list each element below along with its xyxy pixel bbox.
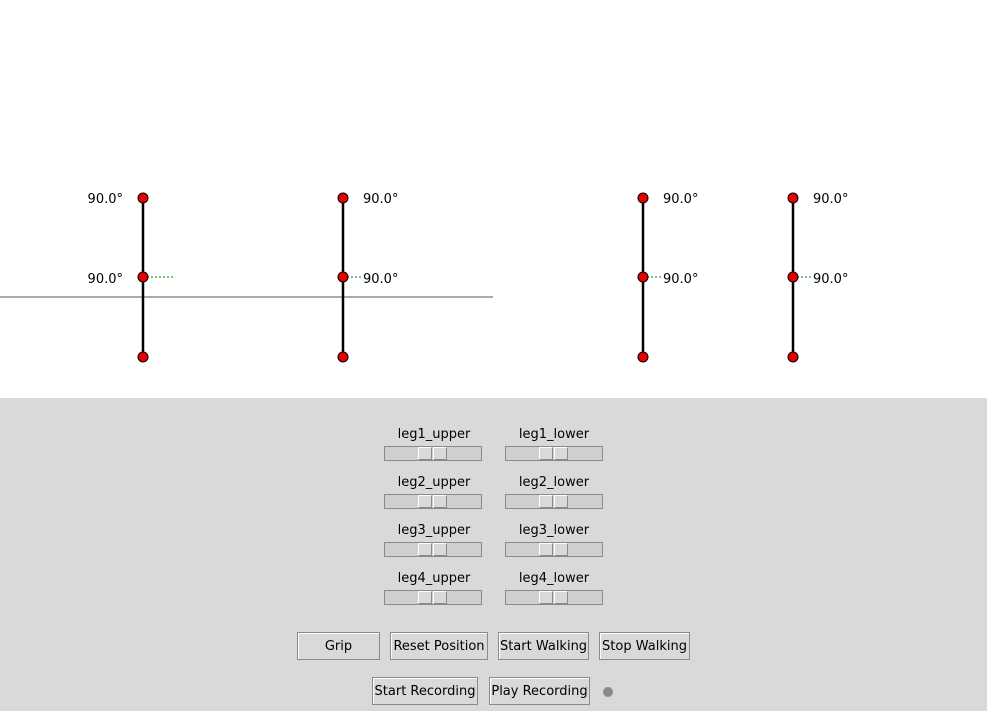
slider-thumb[interactable]: [418, 447, 448, 460]
stop-walking-button[interactable]: Stop Walking: [599, 632, 690, 660]
leg-3-foot-joint[interactable]: [637, 351, 649, 363]
slider-label-leg2-lower: leg2_lower: [518, 475, 590, 490]
leg-3-knee-joint[interactable]: [637, 271, 649, 283]
leg-2: 90.0° 90.0°: [337, 192, 398, 363]
slider-leg2-lower[interactable]: [505, 494, 603, 509]
leg-2-lower-angle: 90.0°: [363, 272, 398, 287]
leg-2-knee-joint[interactable]: [337, 271, 349, 283]
slider-label-leg2-upper: leg2_upper: [397, 475, 471, 490]
play-recording-button[interactable]: Play Recording: [489, 677, 590, 705]
leg-4-foot-joint[interactable]: [787, 351, 799, 363]
leg-3: 90.0° 90.0°: [637, 192, 698, 363]
slider-thumb[interactable]: [418, 591, 448, 604]
slider-leg3-lower[interactable]: [505, 542, 603, 557]
slider-thumb[interactable]: [539, 591, 569, 604]
leg-4-knee-joint[interactable]: [787, 271, 799, 283]
slider-leg4-lower[interactable]: [505, 590, 603, 605]
slider-label-leg4-lower: leg4_lower: [518, 571, 590, 586]
leg-2-foot-joint[interactable]: [337, 351, 349, 363]
leg-1-knee-joint[interactable]: [137, 271, 149, 283]
leg-4-upper-angle: 90.0°: [813, 192, 848, 207]
leg-3-hip-joint[interactable]: [637, 192, 649, 204]
slider-label-leg1-upper: leg1_upper: [397, 427, 471, 442]
recording-indicator: [603, 687, 613, 697]
slider-thumb[interactable]: [539, 447, 569, 460]
leg-1-lower-angle: 90.0°: [88, 272, 123, 287]
slider-leg3-upper[interactable]: [384, 542, 482, 557]
leg-1-hip-joint[interactable]: [137, 192, 149, 204]
slider-leg4-upper[interactable]: [384, 590, 482, 605]
leg-2-upper-angle: 90.0°: [363, 192, 398, 207]
slider-leg1-upper[interactable]: [384, 446, 482, 461]
leg-4: 90.0° 90.0°: [787, 192, 848, 363]
slider-label-leg3-upper: leg3_upper: [397, 523, 471, 538]
slider-thumb[interactable]: [418, 543, 448, 556]
slider-label-leg1-lower: leg1_lower: [518, 427, 590, 442]
slider-thumb[interactable]: [418, 495, 448, 508]
start-walking-button[interactable]: Start Walking: [498, 632, 589, 660]
leg-3-upper-angle: 90.0°: [663, 192, 698, 207]
leg-1: 90.0° 90.0°: [88, 192, 173, 363]
slider-leg2-upper[interactable]: [384, 494, 482, 509]
leg-1-upper-angle: 90.0°: [88, 192, 123, 207]
leg-2-hip-joint[interactable]: [337, 192, 349, 204]
reset-position-button[interactable]: Reset Position: [390, 632, 488, 660]
start-recording-button[interactable]: Start Recording: [372, 677, 478, 705]
robot-canvas: 90.0° 90.0° 90.0° 90.0° 90.0° 90.0° 90.0…: [0, 0, 987, 398]
leg-4-lower-angle: 90.0°: [813, 272, 848, 287]
grip-button[interactable]: Grip: [297, 632, 380, 660]
leg-1-foot-joint[interactable]: [137, 351, 149, 363]
slider-label-leg4-upper: leg4_upper: [397, 571, 471, 586]
leg-4-hip-joint[interactable]: [787, 192, 799, 204]
slider-thumb[interactable]: [539, 495, 569, 508]
slider-label-leg3-lower: leg3_lower: [518, 523, 590, 538]
leg-3-lower-angle: 90.0°: [663, 272, 698, 287]
slider-thumb[interactable]: [539, 543, 569, 556]
slider-leg1-lower[interactable]: [505, 446, 603, 461]
